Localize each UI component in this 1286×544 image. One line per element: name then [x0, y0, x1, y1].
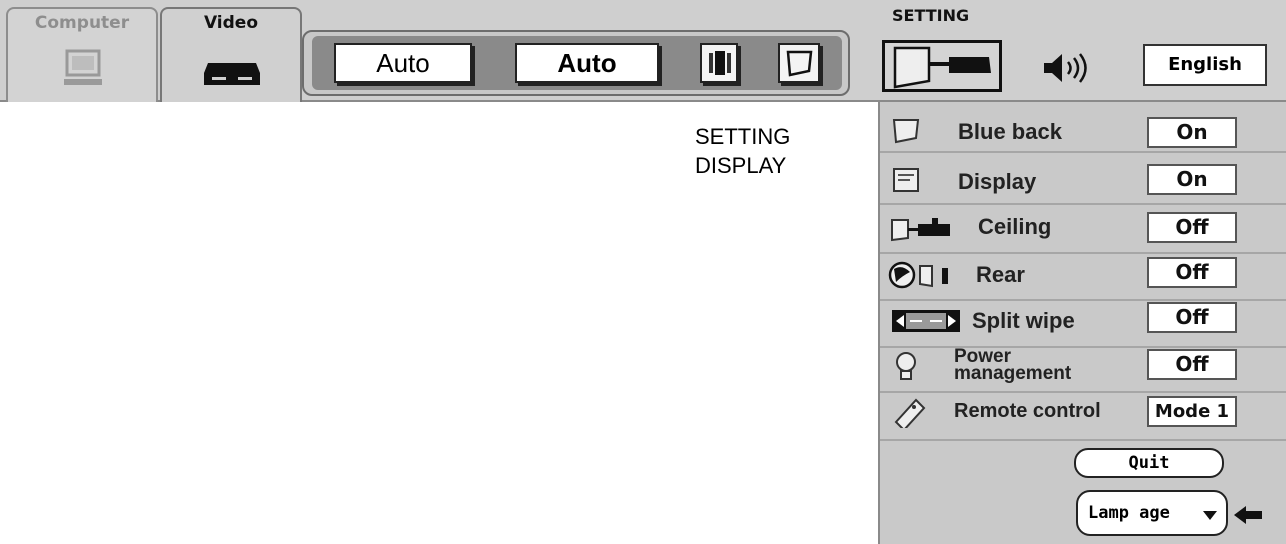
setting-title: SETTING — [892, 6, 970, 25]
tab-computer[interactable]: Computer — [6, 7, 158, 102]
menu-item-label: Rear — [976, 262, 1025, 287]
tab-computer-label: Computer — [34, 13, 130, 33]
lamp-bulb-icon — [896, 352, 916, 380]
display-icon — [893, 168, 919, 192]
auto-button-2[interactable]: Auto — [515, 43, 659, 83]
power-label-line2: management — [954, 363, 1072, 384]
menu-item-label: Display — [958, 169, 1037, 194]
blue-back-value[interactable]: On — [1147, 117, 1237, 148]
language-button[interactable]: English — [1143, 44, 1267, 86]
remote-control-value[interactable]: Mode 1 — [1147, 396, 1237, 427]
lamp-age-button[interactable]: Lamp age — [1076, 490, 1228, 536]
lamp-age-label: Lamp age — [1088, 503, 1170, 523]
projector-icon — [893, 46, 991, 89]
menu-item-label: Remote control — [954, 400, 1101, 422]
remote-control-icon — [894, 398, 926, 428]
speaker-icon[interactable] — [1040, 50, 1096, 86]
chevron-down-icon — [1203, 511, 1217, 520]
power-management-value[interactable]: Off — [1147, 349, 1237, 380]
blue-screen-icon — [892, 119, 920, 144]
side-label-line2: DISPLAY — [695, 153, 787, 178]
vcr-icon — [204, 63, 260, 85]
tab-video[interactable]: Video — [160, 7, 302, 102]
image-adjust-icon — [709, 51, 731, 75]
display-value[interactable]: On — [1147, 164, 1237, 195]
split-wipe-icon — [892, 310, 960, 332]
rear-projection-icon — [888, 261, 948, 289]
split-wipe-value[interactable]: Off — [1147, 302, 1237, 333]
setting-display-label: SETTING DISPLAY — [695, 122, 790, 180]
arrow-left-icon — [1234, 506, 1262, 524]
quit-button[interactable]: Quit — [1074, 448, 1224, 478]
image-adjust-button[interactable] — [700, 43, 738, 83]
ceiling-projector-icon — [891, 218, 950, 242]
computer-monitor-icon — [64, 49, 102, 85]
auto-button-1[interactable]: Auto — [334, 43, 472, 83]
menu-item-label: Ceiling — [978, 214, 1052, 239]
rear-value[interactable]: Off — [1147, 257, 1237, 288]
side-label-line1: SETTING — [695, 124, 791, 149]
ceiling-value[interactable]: Off — [1147, 212, 1237, 243]
screen-icon — [786, 50, 813, 77]
menu-item-label: Split wipe — [972, 308, 1075, 333]
menu-item-label: Blue back — [958, 119, 1062, 144]
screen-button[interactable] — [778, 43, 820, 83]
row-divider — [880, 439, 1286, 441]
tab-video-label: Video — [203, 13, 259, 33]
setting-projector-button[interactable] — [882, 40, 1002, 92]
menu-item-label: Power management — [954, 347, 1072, 384]
